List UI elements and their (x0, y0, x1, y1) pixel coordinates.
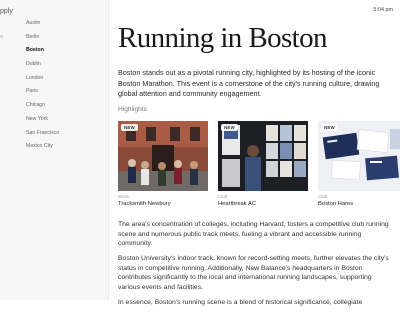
sidebar-item-austin[interactable]: Austin (24, 17, 59, 31)
app-brand: pply (0, 8, 13, 15)
sidebar-item-mexico-city[interactable]: Mexico City (24, 140, 59, 154)
card-category: Store (118, 194, 129, 199)
new-badge: NEW (321, 124, 338, 131)
highlight-card-tracksmith[interactable]: NEW Store Tracksmith Newbury (118, 121, 208, 207)
page-title: Running in Boston (118, 22, 328, 54)
highlight-card-boston-hares[interactable]: NEW Club Boston Hares (318, 121, 400, 207)
sidebar: pply Austin Berlin Boston Dublin London … (0, 0, 109, 300)
card-image (118, 121, 208, 191)
sidebar-item-london[interactable]: London (24, 72, 59, 86)
sidebar-item-dublin[interactable]: Dublin (24, 58, 59, 72)
highlights-heading: Highlights (118, 106, 147, 113)
sidebar-item-chicago[interactable]: Chicago (24, 99, 59, 113)
city-nav: Austin Berlin Boston Dublin London Paris… (24, 17, 59, 154)
intro-text: Boston stands out as a pivotal running c… (118, 68, 380, 99)
sidebar-dot-icon (0, 35, 3, 38)
sidebar-item-new-york[interactable]: New York (24, 113, 59, 127)
card-category: Club (318, 194, 328, 199)
card-image (218, 121, 308, 191)
card-title: Heartbreak AC (218, 200, 257, 207)
paragraph: Boston University's indoor track, known … (118, 255, 389, 292)
highlight-card-heartbreak-ac[interactable]: NEW Club Heartbreak AC (218, 121, 308, 207)
article-body: The area's concentration of colleges, in… (118, 220, 390, 313)
card-title: Tracksmith Newbury (118, 200, 171, 207)
card-image (318, 121, 400, 191)
sidebar-item-paris[interactable]: Paris (24, 85, 59, 99)
paragraph: The area's concentration of colleges, in… (118, 221, 389, 248)
new-badge: NEW (121, 124, 138, 131)
sidebar-item-boston[interactable]: Boston (24, 44, 59, 58)
sidebar-item-san-francisco[interactable]: San Francisco (24, 127, 59, 141)
card-title: Boston Hares (318, 200, 354, 207)
sidebar-item-berlin[interactable]: Berlin (24, 31, 59, 45)
card-category: Club (218, 194, 228, 199)
new-badge: NEW (221, 124, 238, 131)
clock: 5:04 pm (373, 7, 393, 13)
